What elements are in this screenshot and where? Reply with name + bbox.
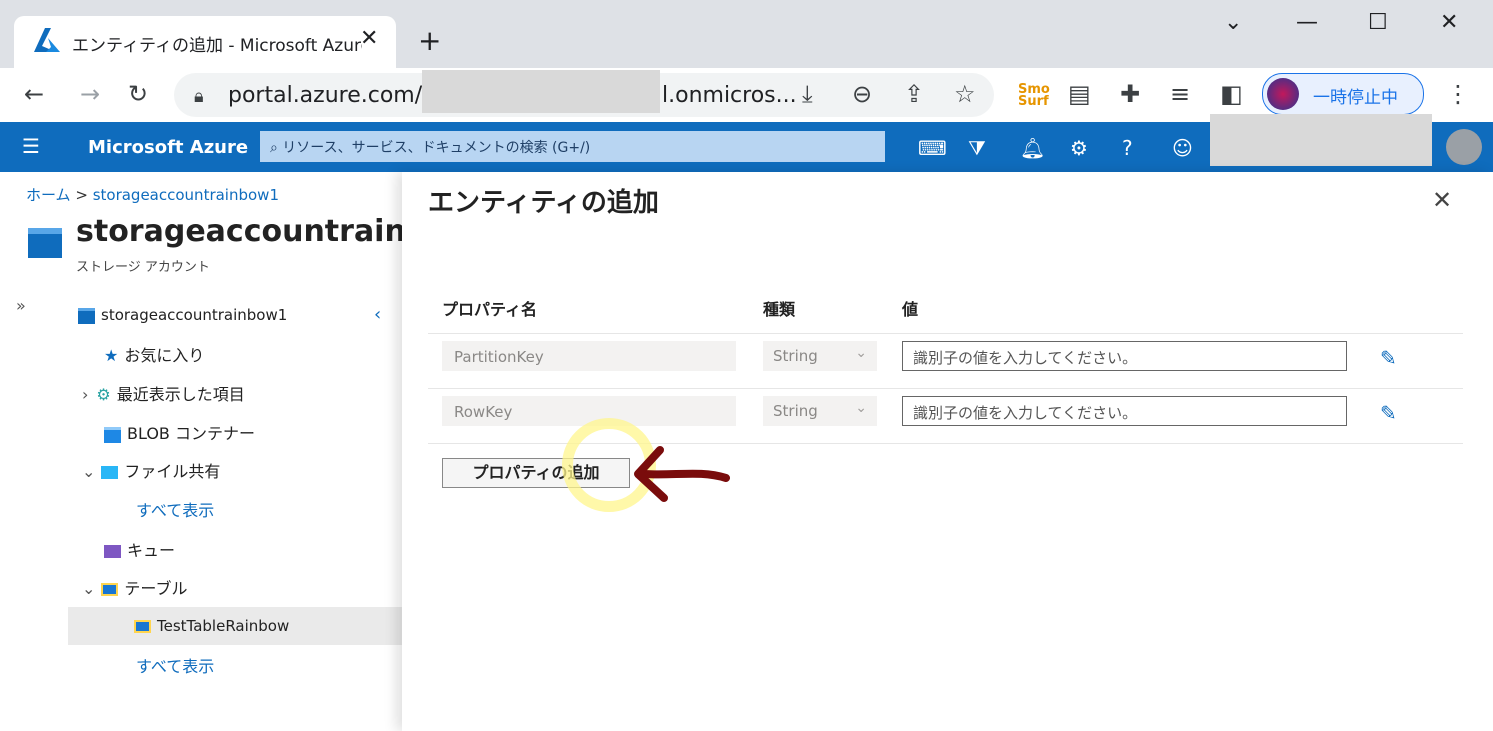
redacted-block: [422, 70, 660, 113]
chevron-down-icon: ⌄: [855, 400, 867, 416]
bookmark-star-icon[interactable]: ☆: [954, 80, 976, 108]
tree-item-fileshare[interactable]: ⌄ ファイル共有: [82, 458, 220, 482]
tab-close-icon[interactable]: ✕: [360, 26, 378, 51]
resource-title: storageaccountrainbow1: [76, 214, 402, 249]
close-icon[interactable]: ✕: [1432, 186, 1452, 214]
resource-type: ストレージ アカウント: [76, 260, 210, 275]
breadcrumb-home[interactable]: ホーム: [26, 186, 71, 204]
new-tab-button[interactable]: +: [418, 24, 441, 57]
search-icon: ⌕: [270, 140, 283, 156]
settings-gear-icon[interactable]: ⚙: [1070, 136, 1088, 160]
column-header-name: プロパティ名: [442, 300, 538, 319]
browser-menu-icon[interactable]: ⋮: [1446, 80, 1470, 108]
portal-menu-icon[interactable]: ☰: [22, 134, 40, 158]
azure-logo-icon: [34, 28, 60, 52]
queue-icon: [104, 545, 121, 558]
table-icon: [134, 620, 151, 633]
chevron-right-icon: ›: [82, 385, 89, 404]
help-icon[interactable]: ?: [1122, 136, 1133, 160]
reload-icon[interactable]: ↻: [128, 80, 148, 108]
url-text-tail[interactable]: l.onmicros...: [662, 83, 797, 108]
profile-button[interactable]: 一時停止中: [1262, 73, 1424, 115]
table-icon: [101, 583, 119, 596]
column-header-type: 種類: [763, 300, 796, 319]
profile-avatar: [1267, 78, 1299, 110]
edit-pencil-icon[interactable]: ✎: [1380, 346, 1397, 370]
breadcrumb: ホーム > storageaccountrainbow1: [26, 184, 279, 205]
row-divider: [428, 388, 1463, 389]
lock-icon[interactable]: 🔒︎: [194, 86, 204, 107]
redacted-account: [1210, 114, 1432, 166]
column-header-value: 値: [902, 300, 919, 319]
install-app-icon[interactable]: ⤓: [802, 80, 813, 108]
notifications-bell-icon[interactable]: 🔔︎: [1020, 136, 1045, 160]
expand-menu-icon[interactable]: »: [16, 296, 26, 315]
extensions-puzzle-icon[interactable]: ✚: [1120, 80, 1140, 108]
panel-title: エンティティの追加: [428, 188, 659, 218]
feedback-icon[interactable]: ☺: [1172, 136, 1193, 160]
row-divider: [428, 333, 1463, 334]
reading-list-icon[interactable]: ≡: [1170, 80, 1190, 108]
side-panel-icon[interactable]: ◧: [1220, 80, 1243, 108]
tab-search-icon[interactable]: ⌄: [1224, 10, 1242, 35]
smoothscroll-extension-icon[interactable]: Smo Surf: [1018, 83, 1050, 108]
forward-icon[interactable]: →: [80, 80, 100, 108]
storage-account-icon: [28, 228, 62, 258]
share-icon[interactable]: ⇪: [904, 80, 924, 108]
blob-container-icon: [104, 426, 121, 443]
show-all-fileshares-link[interactable]: すべて表示: [136, 497, 214, 521]
tree-item-label: storageaccountrainbow1: [101, 306, 288, 324]
favorites-star-icon: ★: [104, 346, 119, 365]
browser-tab[interactable]: エンティティの追加 - Microsoft Azure ✕: [14, 16, 396, 68]
value-input[interactable]: 識別子の値を入力してください。: [902, 341, 1347, 371]
tree-item-label: TestTableRainbow: [157, 617, 290, 635]
tree-item-label: ファイル共有: [124, 462, 221, 481]
tree-item-label: キュー: [127, 541, 176, 560]
breadcrumb-resource[interactable]: storageaccountrainbow1: [93, 186, 279, 204]
show-all-tables-link[interactable]: すべて表示: [136, 653, 214, 677]
property-name-field: PartitionKey: [442, 341, 736, 371]
storage-account-icon: [78, 307, 95, 324]
tree-item-tables[interactable]: ⌄ テーブル: [82, 575, 187, 599]
value-input[interactable]: 識別子の値を入力してください。: [902, 396, 1347, 426]
tree-item-queue[interactable]: キュー: [104, 537, 175, 561]
search-placeholder: リソース、サービス、ドキュメントの検索 (G+/): [282, 140, 591, 156]
chevron-down-icon: ⌄: [82, 462, 96, 481]
directory-filter-icon[interactable]: ⧩: [968, 136, 986, 160]
tab-title: エンティティの追加 - Microsoft Azure: [72, 36, 362, 56]
edit-pencil-icon[interactable]: ✎: [1380, 401, 1397, 425]
breadcrumb-separator: >: [75, 186, 88, 204]
file-share-icon: [101, 466, 119, 479]
tree-item-blob[interactable]: BLOB コンテナー: [104, 420, 255, 444]
tree-item-label: テーブル: [124, 579, 188, 598]
maximize-button[interactable]: ☐: [1368, 10, 1388, 35]
account-avatar[interactable]: [1446, 129, 1482, 165]
chevron-down-icon: ⌄: [855, 345, 867, 361]
tree-item-label: BLOB コンテナー: [127, 424, 255, 443]
collapse-tree-icon[interactable]: ‹: [374, 304, 381, 325]
notes-extension-icon[interactable]: ▤: [1068, 80, 1091, 108]
minimize-button[interactable]: —: [1296, 10, 1318, 35]
back-icon[interactable]: ←: [24, 80, 44, 108]
tree-item-label: 最近表示した項目: [116, 385, 245, 404]
type-select: String ⌄: [763, 396, 877, 426]
annotation-arrow-icon: [634, 446, 730, 502]
tree-item-recent[interactable]: › ⚙ 最近表示した項目: [82, 381, 245, 405]
tree-item-favorites[interactable]: ★ お気に入り: [104, 342, 204, 366]
chevron-down-icon: ⌄: [82, 579, 96, 598]
global-search-input[interactable]: ⌕ リソース、サービス、ドキュメントの検索 (G+/): [260, 131, 885, 162]
tree-item-label: お気に入り: [124, 346, 205, 365]
profile-status-label: 一時停止中: [1313, 88, 1398, 108]
azure-brand[interactable]: Microsoft Azure: [88, 137, 248, 158]
window-close-button[interactable]: ✕: [1440, 10, 1458, 35]
type-select-value: String: [773, 347, 818, 365]
zoom-icon[interactable]: ⊖: [852, 80, 872, 108]
cloud-shell-icon[interactable]: ⌨: [918, 136, 947, 160]
tree-item-account[interactable]: storageaccountrainbow1: [78, 306, 287, 324]
tree-item-testtable[interactable]: TestTableRainbow: [134, 617, 289, 635]
recent-gear-icon: ⚙: [96, 385, 111, 404]
type-select: String ⌄: [763, 341, 877, 371]
type-select-value: String: [773, 402, 818, 420]
